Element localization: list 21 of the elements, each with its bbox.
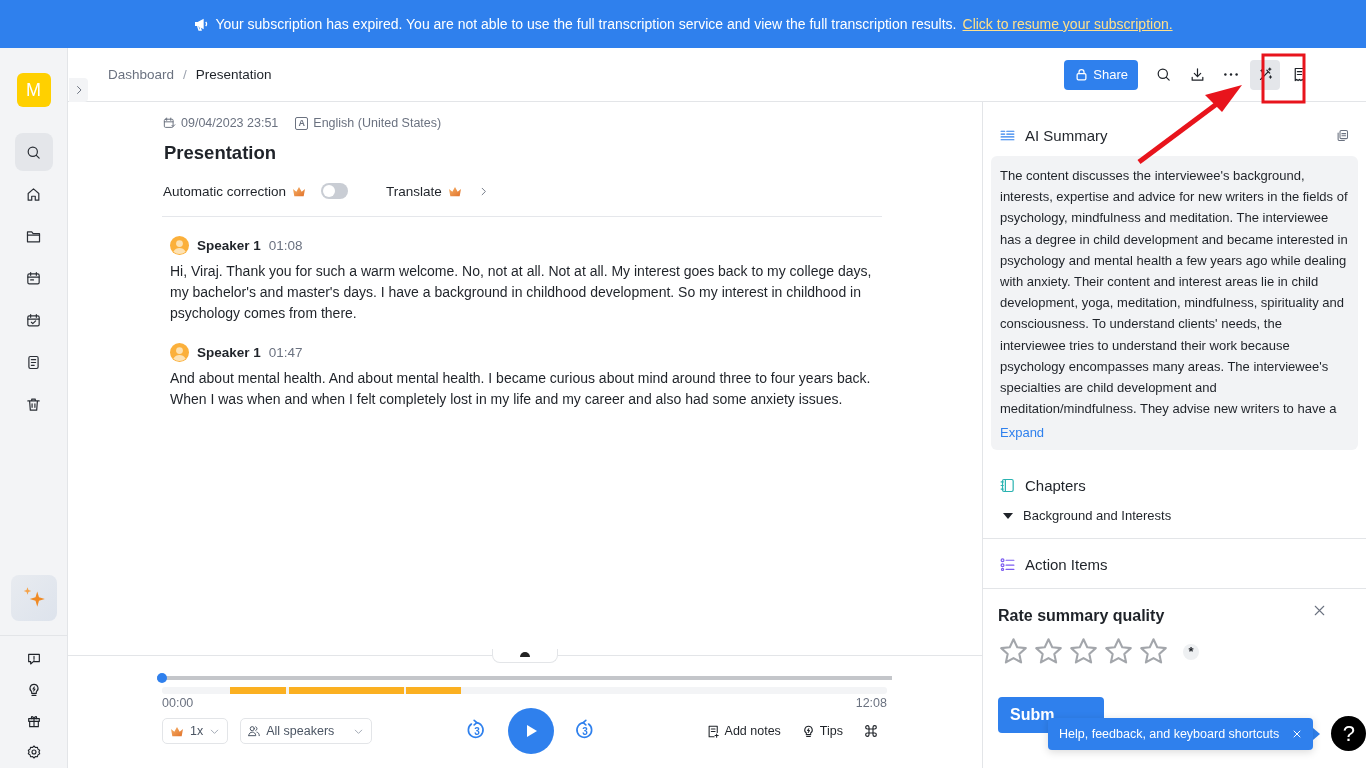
option-label: Translate bbox=[386, 183, 442, 199]
current-time: 00:00 bbox=[162, 696, 194, 710]
breadcrumb-current: Presentation bbox=[195, 67, 272, 82]
section-title: Chapters bbox=[1025, 476, 1086, 494]
speaker-name: Speaker 1 bbox=[197, 345, 261, 360]
language-badge: A bbox=[295, 116, 309, 130]
section-title: AI Summary bbox=[1025, 126, 1108, 144]
summary-text: The content discusses the interviewee's background, interests, expertise and advice for new writers in the fields of psychology, mindfulness and meditation. The interviewee has a degree in child development and became interested in psychology and mental health a few years ago while dealing with anxiety. Their content and interest areas lie in child development, yoga, meditation, mindfulness, spirituality and consciousness. To understand clients' needs, the interviewee tries to understand their work because psychology encompasses many areas. The interviewee's specialties are child development and meditation/mindfulness. They advise new writers to have a bbox=[1000, 167, 1349, 419]
transcript-text: Hi, Viraj. Thank you for such a warm welcome. No, not at all. Not at all. My interest goes back to my college days, my bachelor's and master's days. I have a background in childhood development. So my interest in childhood in psychology comes from there. bbox=[170, 262, 873, 323]
rating-title: Rate summary quality bbox=[998, 607, 1165, 626]
transcript-text: And about mental health. And about mental health. I became curious about mind around three to four years back. When I was when and when I felt completely lost in my life and my career and also had some anxiety issues. bbox=[170, 369, 872, 409]
speaker-name: Speaker 1 bbox=[197, 238, 261, 253]
section-title: Action Items bbox=[1025, 555, 1108, 573]
total-duration: 12:08 bbox=[855, 696, 887, 710]
subscription-message: Your subscription has expired. You are not able to use the full transcription service and view the full transcription results. bbox=[215, 16, 957, 32]
breadcrumb-separator: / bbox=[183, 67, 187, 82]
recording-language: English (United States) bbox=[313, 116, 442, 130]
recording-title: Presentation bbox=[164, 142, 278, 164]
recording-date: 09/04/2023 23:51 bbox=[181, 116, 279, 130]
required-mark: * bbox=[1183, 643, 1199, 660]
option-label: Automatic correction bbox=[163, 183, 287, 199]
